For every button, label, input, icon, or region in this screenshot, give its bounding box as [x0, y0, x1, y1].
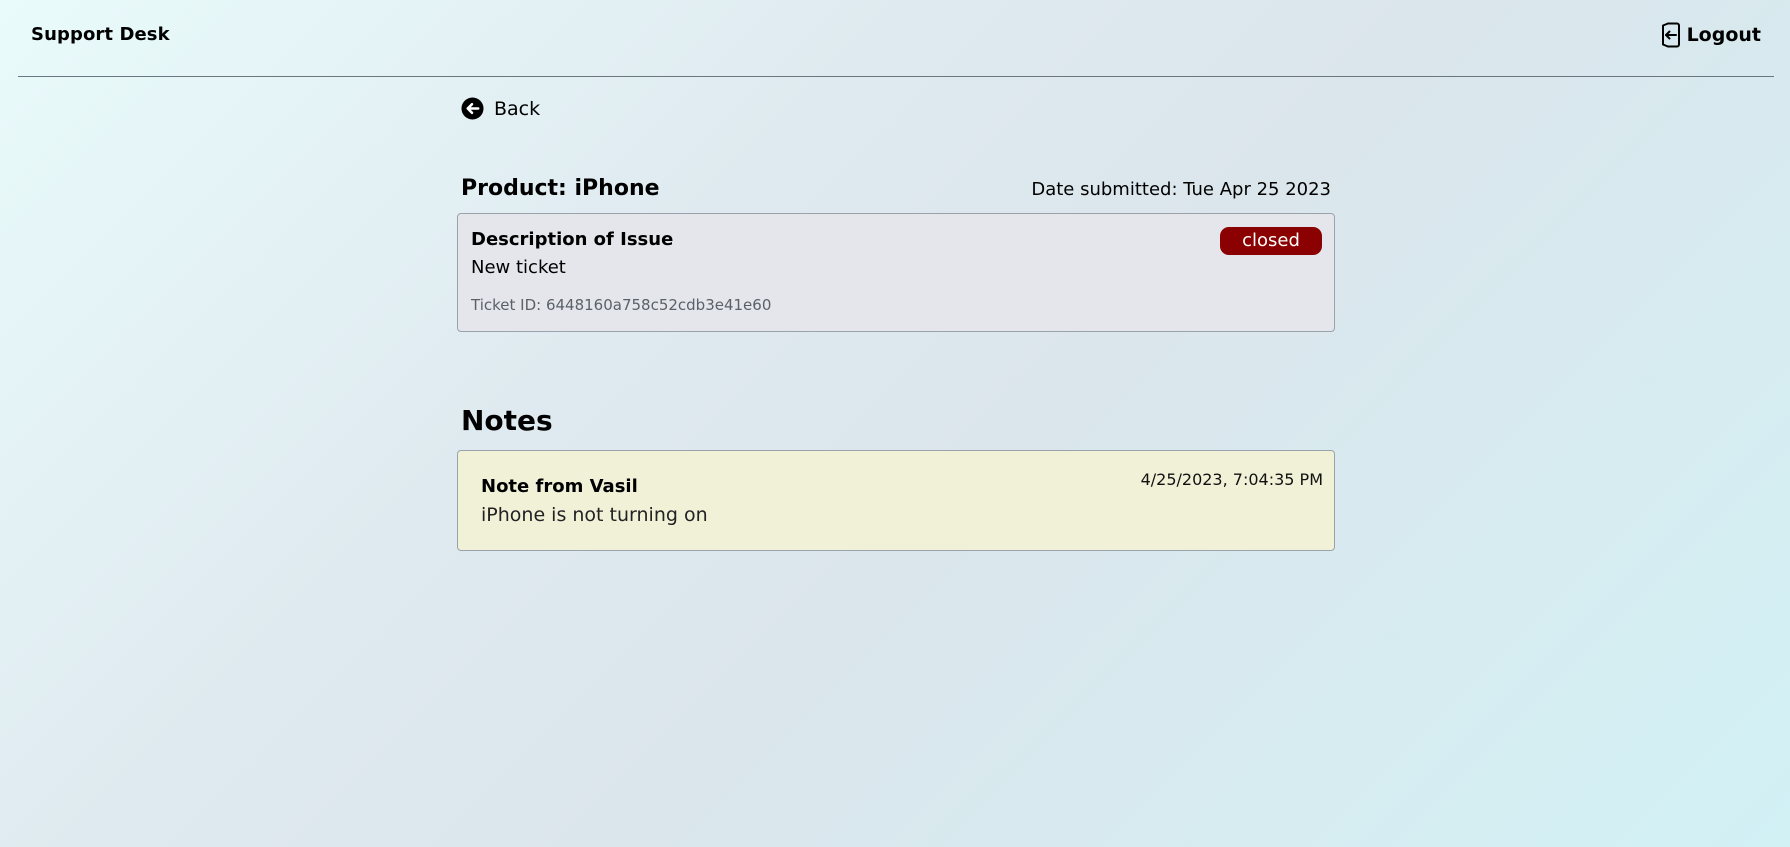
- app-header: Support Desk Logout: [18, 0, 1774, 77]
- note-author: Note from Vasil: [481, 476, 638, 497]
- logout-label: Logout: [1686, 24, 1761, 46]
- brand-title[interactable]: Support Desk: [31, 24, 170, 45]
- note-card: Note from Vasil iPhone is not turning on…: [457, 450, 1335, 551]
- issue-description: New ticket: [471, 257, 566, 278]
- status-badge: closed: [1220, 227, 1322, 255]
- note-text: iPhone is not turning on: [481, 504, 708, 526]
- issue-card: Description of Issue New ticket Ticket I…: [457, 213, 1335, 332]
- back-label: Back: [494, 97, 541, 120]
- logout-icon: [1659, 22, 1681, 48]
- note-timestamp: 4/25/2023, 7:04:35 PM: [1140, 470, 1323, 489]
- back-button[interactable]: Back: [461, 97, 540, 120]
- ticket-id: Ticket ID: 6448160a758c52cdb3e41e60: [471, 296, 772, 314]
- ticket-header: Product: iPhone Date submitted: Tue Apr …: [461, 176, 1331, 201]
- product-title: Product: iPhone: [461, 176, 660, 201]
- issue-heading: Description of Issue: [471, 229, 674, 250]
- logout-button[interactable]: Logout: [1659, 22, 1761, 48]
- date-submitted: Date submitted: Tue Apr 25 2023: [1031, 179, 1331, 200]
- arrow-circle-left-icon: [461, 97, 484, 120]
- notes-heading: Notes: [461, 404, 553, 437]
